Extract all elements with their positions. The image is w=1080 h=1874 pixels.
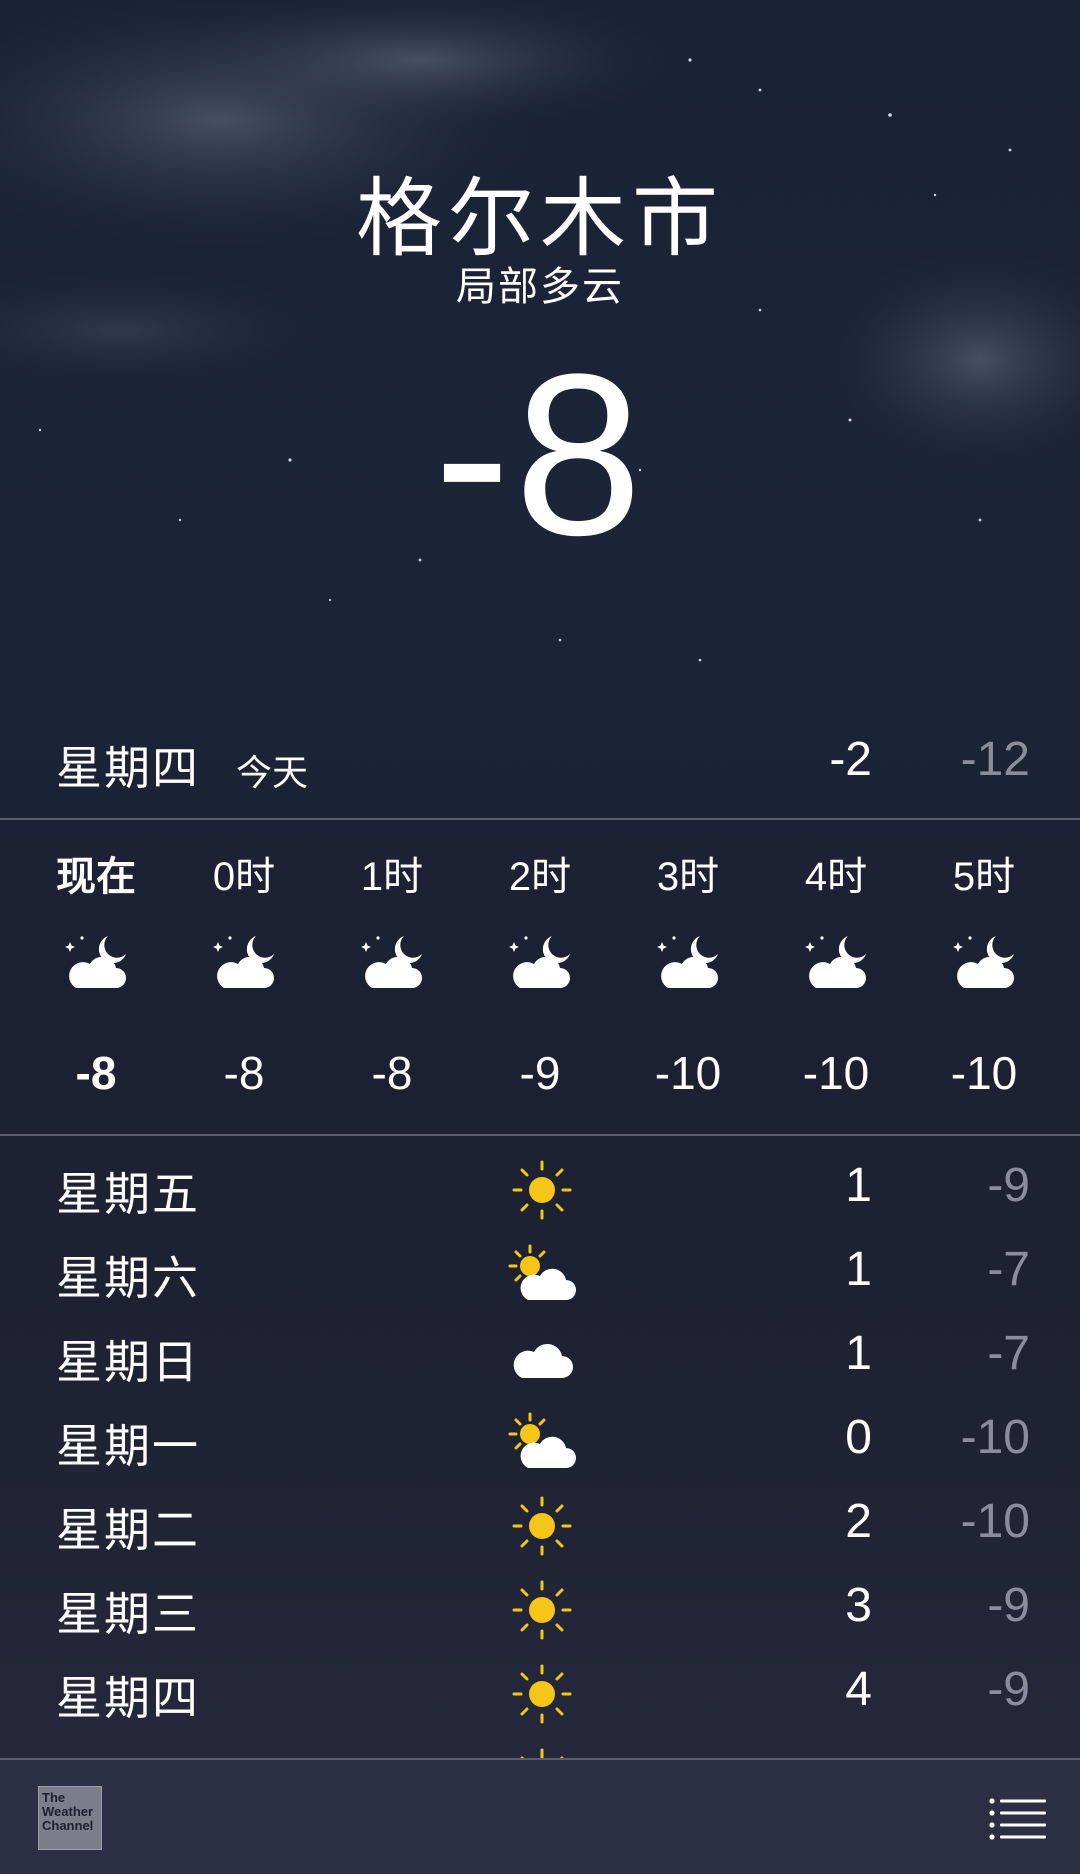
partly-cloudy-night-icon [506,932,574,992]
day-name: 星期五 [56,1746,200,1758]
list-icon[interactable] [988,1796,1046,1840]
today-day-name: 星期四 [56,741,200,795]
day-low-temp: -7 [987,1327,1030,1380]
day-low-temp: -9 [987,1579,1030,1632]
daily-forecast-list[interactable]: 星期五 1 -9 星期六 1 -7 星期日 1 -7 星期一 0 -10 星期二… [0,1148,1080,1758]
logo-line: Weather [42,1804,94,1819]
hourly-item: 0时 -8 [170,820,318,1132]
sun-icon [506,1578,578,1642]
sun-icon [506,1662,578,1726]
logo-line: The [42,1790,66,1805]
day-high-temp: 1 [845,1159,872,1212]
daily-row: 星期一 0 -10 [0,1400,1080,1484]
day-high-temp: 1 [845,1327,872,1380]
daily-row: 星期四 4 -9 [0,1652,1080,1736]
hour-temp: -10 [950,1047,1018,1099]
partly-cloudy-night-icon [210,932,278,992]
day-low-temp: -10 [960,1411,1030,1464]
hour-temp: -8 [75,1047,117,1099]
partly-cloudy-night-icon [358,932,426,992]
hour-time: 现在 [56,855,136,899]
hourly-item: 1时 -8 [318,820,466,1132]
hour-temp: -10 [802,1047,870,1099]
day-name: 星期四 [56,1671,200,1725]
day-name: 星期六 [56,1251,200,1305]
hour-time: 2时 [508,855,572,899]
sun-icon [506,1494,578,1558]
hour-time: 3时 [656,855,720,899]
hour-time: 4时 [804,855,868,899]
day-high-temp: 0 [845,1411,872,1464]
partly-cloudy-day-icon [506,1242,578,1306]
today-low-temp: -12 [960,733,1030,786]
hourly-forecast[interactable]: 现在 -8 0时 -8 1时 -8 2时 -9 3时 -10 4时 -10 5时… [0,820,1080,1132]
logo-line: Channel [42,1818,94,1833]
weather-condition: 局部多云 [456,264,624,310]
today-summary-row: 星期四 今天 -2 -12 [0,724,1080,814]
partly-cloudy-night-icon [950,932,1018,992]
hour-temp: -8 [223,1047,265,1099]
partly-cloudy-night-icon [802,932,870,992]
hourly-item: 现在 -8 [22,820,170,1132]
hour-time: 1时 [360,855,424,899]
divider-bottom [0,1134,1080,1136]
partly-cloudy-night-icon [62,932,130,992]
hour-temp: -10 [654,1047,722,1099]
sun-icon [506,1158,578,1222]
hourly-item: 5时 -10 [910,820,1058,1132]
cloud-icon [506,1326,578,1390]
hour-time: 0时 [212,855,276,899]
day-high-temp: 1 [845,1243,872,1296]
day-name: 星期日 [56,1335,200,1389]
day-name: 星期三 [56,1587,200,1641]
hour-temp: -8 [371,1047,413,1099]
partly-cloudy-day-icon [506,1410,578,1474]
day-name: 星期一 [56,1419,200,1473]
daily-row: 星期二 2 -10 [0,1484,1080,1568]
today-high-temp: -2 [829,733,872,786]
day-name: 星期五 [56,1167,200,1221]
day-low-temp: -7 [987,1243,1030,1296]
partly-cloudy-night-icon [654,932,722,992]
sun-icon [506,1746,578,1758]
hourly-item: 4时 -10 [762,820,910,1132]
day-high-temp: 2 [845,1495,872,1548]
hourly-item: 2时 -9 [466,820,614,1132]
day-low-temp: -9 [987,1663,1030,1716]
daily-row: 星期六 1 -7 [0,1232,1080,1316]
weather-channel-logo[interactable]: The Weather Channel [38,1786,102,1850]
daily-row: 星期日 1 -7 [0,1316,1080,1400]
day-low-temp: -9 [987,1159,1030,1212]
day-high-temp: 4 [845,1663,872,1716]
day-name: 星期二 [56,1503,200,1557]
day-low-temp: -10 [960,1495,1030,1548]
day-high-temp: 3 [845,1579,872,1632]
daily-row: 星期三 3 -9 [0,1568,1080,1652]
daily-row: 星期五 [0,1736,1080,1758]
hourly-item: 3时 -10 [614,820,762,1132]
daily-row: 星期五 1 -9 [0,1148,1080,1232]
current-temperature: -8 [433,326,647,583]
hour-time: 5时 [952,855,1016,899]
today-label: 今天 [236,753,309,794]
hour-temp: -9 [519,1047,561,1099]
bottom-toolbar: The Weather Channel [0,1758,1080,1874]
